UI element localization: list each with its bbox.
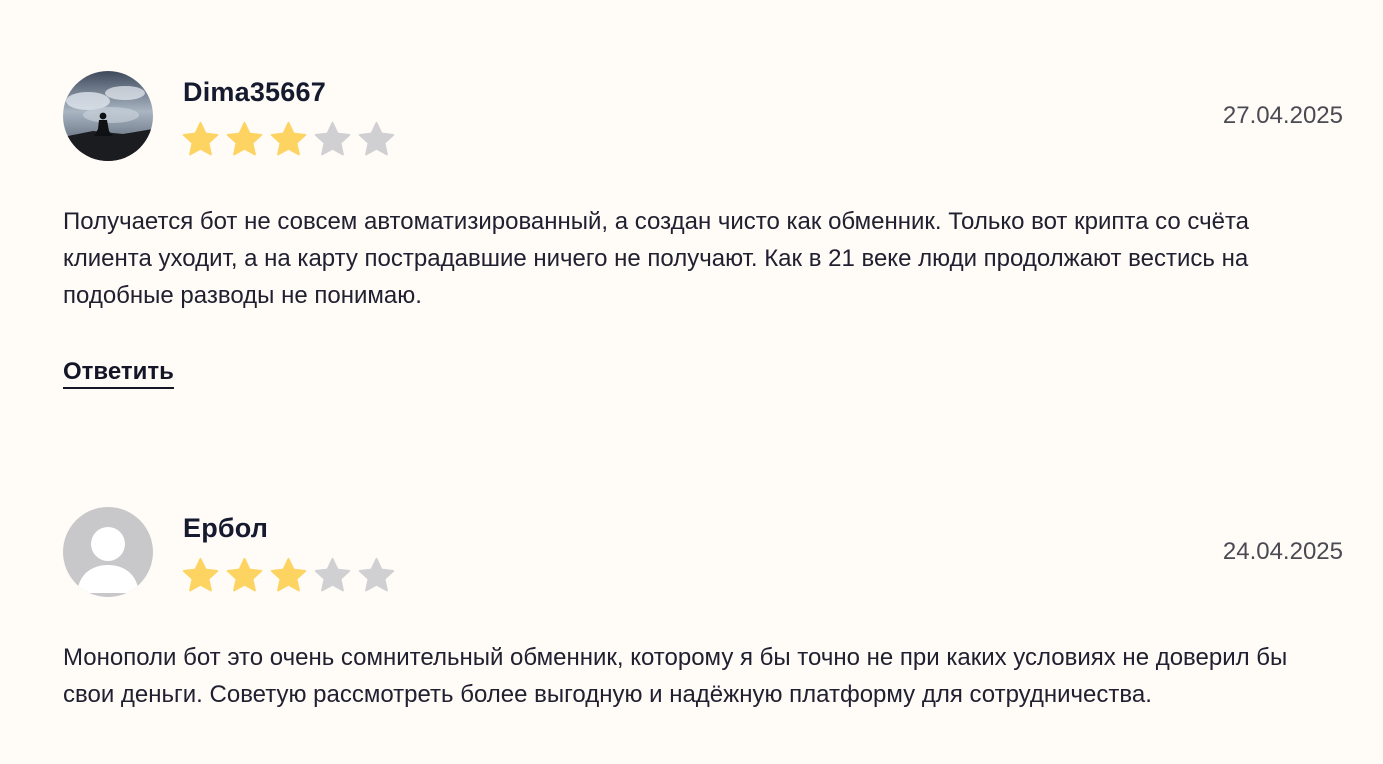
reply-link[interactable]: Ответить: [63, 357, 174, 389]
rating-stars: [181, 556, 396, 596]
star-filled-icon: [270, 121, 307, 156]
default-user-icon: [63, 507, 153, 597]
star-filled-icon: [226, 121, 263, 156]
star-filled-icon: [270, 557, 307, 592]
avatar[interactable]: [63, 507, 153, 597]
star-empty-icon: [314, 557, 351, 592]
author-name: Ербол: [183, 513, 269, 543]
review-text: Монополи бот это очень сомнительный обме…: [63, 644, 1288, 708]
review-text: Получается бот не совсем автоматизирован…: [63, 208, 1250, 309]
star-filled-icon: [182, 557, 219, 592]
star-empty-icon: [358, 557, 395, 592]
review-date: 24.04.2025: [1222, 538, 1343, 565]
review-date: 27.04.2025: [1222, 102, 1343, 129]
user-photo-icon: [63, 71, 153, 161]
star-empty-icon: [314, 121, 351, 156]
star-filled-icon: [226, 557, 263, 592]
avatar[interactable]: [63, 71, 153, 161]
rating-stars: [181, 120, 396, 160]
author-name: Dima35667: [183, 77, 326, 107]
star-filled-icon: [182, 121, 219, 156]
star-empty-icon: [358, 121, 395, 156]
